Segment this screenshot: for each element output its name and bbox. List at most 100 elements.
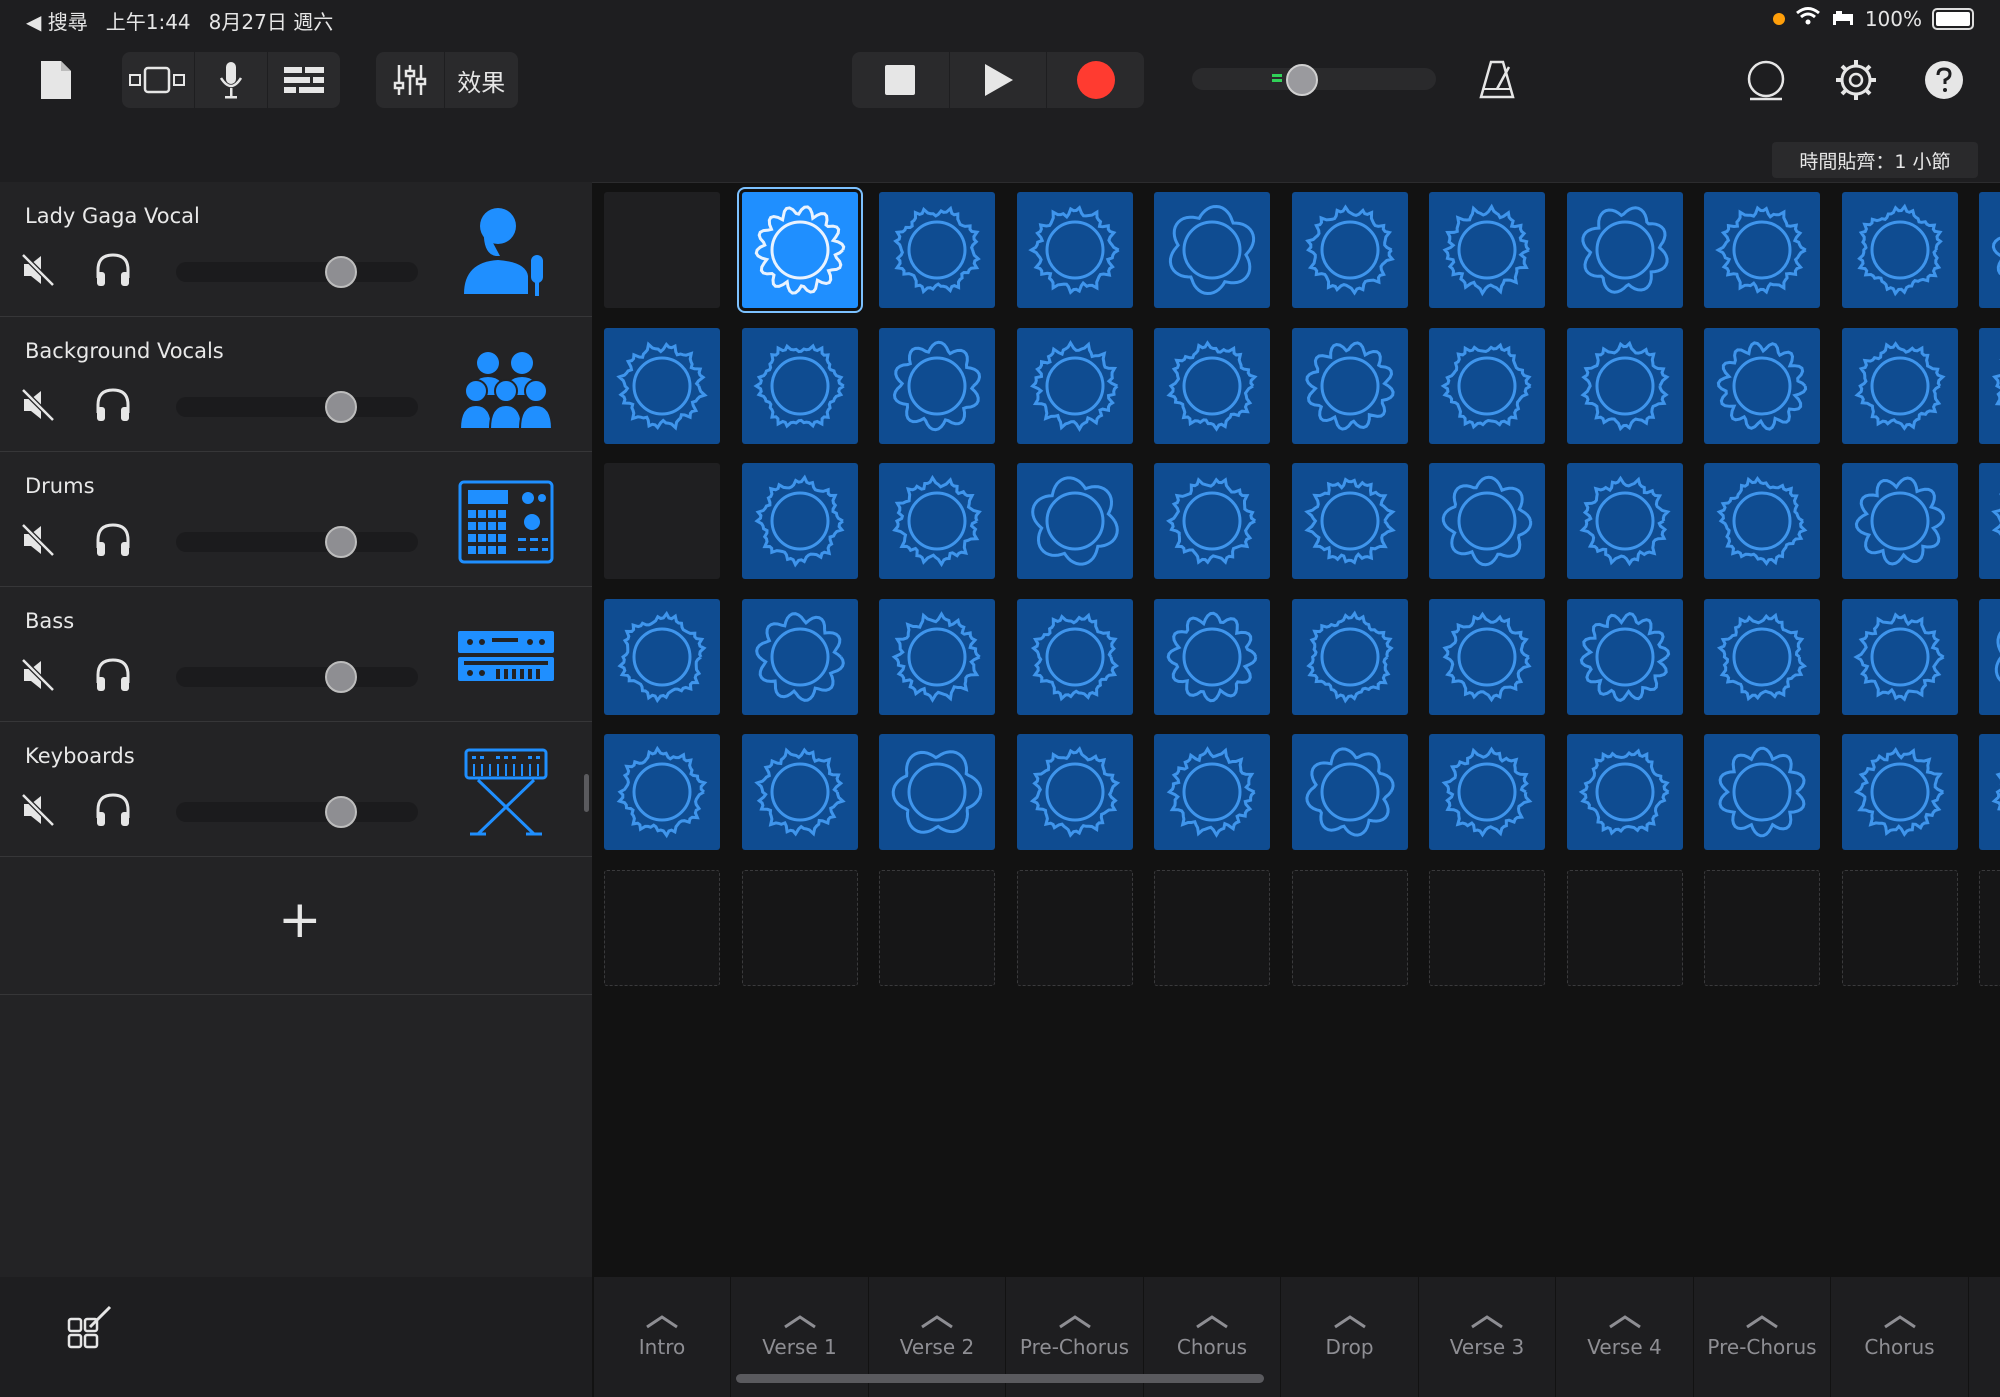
loop-cell[interactable] xyxy=(879,598,995,715)
empty-cell-slot[interactable] xyxy=(879,870,995,986)
keyboard-stand-icon[interactable] xyxy=(456,744,556,838)
empty-cell-slot[interactable] xyxy=(1429,870,1545,986)
loop-cell[interactable] xyxy=(1841,327,1958,444)
loop-cell[interactable] xyxy=(879,192,995,308)
scene-trigger[interactable]: Intro xyxy=(594,1277,731,1397)
sidebar-resize-handle[interactable] xyxy=(584,774,589,812)
empty-cell-slot[interactable] xyxy=(1979,870,2000,986)
my-songs-button[interactable] xyxy=(38,58,74,102)
loop-cell[interactable] xyxy=(1841,734,1958,851)
track-header[interactable]: Bass xyxy=(0,587,592,722)
scene-trigger[interactable]: Verse 3 xyxy=(1419,1277,1556,1397)
drum-machine-icon[interactable] xyxy=(456,474,556,568)
loop-cell[interactable] xyxy=(741,598,858,715)
loop-cell[interactable] xyxy=(1291,192,1408,308)
track-volume-slider[interactable] xyxy=(176,262,418,282)
loop-cell[interactable] xyxy=(741,463,858,580)
track-volume-slider[interactable] xyxy=(176,397,418,417)
loop-cell[interactable] xyxy=(1291,598,1408,715)
loop-cell[interactable] xyxy=(1291,463,1408,580)
loop-cell[interactable] xyxy=(1566,598,1683,715)
loop-cell[interactable] xyxy=(1154,192,1270,308)
horizontal-scrollbar[interactable] xyxy=(736,1374,1264,1383)
settings-button[interactable] xyxy=(1834,58,1878,102)
loop-cell[interactable] xyxy=(604,327,720,444)
loop-cell[interactable] xyxy=(1154,734,1270,851)
effects-button[interactable]: 效果 xyxy=(445,52,518,108)
loop-cell[interactable] xyxy=(1979,192,2000,308)
empty-cell-slot[interactable] xyxy=(604,870,720,986)
loop-cell[interactable] xyxy=(1016,327,1133,444)
track-header[interactable]: Keyboards xyxy=(0,722,592,857)
track-volume-knob[interactable] xyxy=(325,796,357,828)
empty-cell-slot[interactable] xyxy=(1016,870,1133,986)
loop-cell[interactable] xyxy=(604,734,720,851)
help-button[interactable] xyxy=(1922,58,1966,102)
loops-button[interactable] xyxy=(1744,58,1788,102)
loop-cell[interactable] xyxy=(1979,598,2000,715)
solo-button[interactable] xyxy=(93,520,133,560)
solo-button[interactable] xyxy=(93,655,133,695)
track-volume-slider[interactable] xyxy=(176,802,418,822)
loop-cell[interactable] xyxy=(1291,734,1408,851)
mute-button[interactable] xyxy=(20,792,56,828)
loop-cell[interactable] xyxy=(1429,734,1545,851)
empty-cell-slot[interactable] xyxy=(1154,870,1270,986)
singer-icon[interactable] xyxy=(456,204,556,298)
scene-trigger[interactable]: Drop xyxy=(1282,1277,1419,1397)
loop-cell[interactable] xyxy=(879,463,995,580)
loop-cell[interactable] xyxy=(1429,598,1545,715)
browser-button[interactable] xyxy=(122,52,195,108)
track-volume-slider[interactable] xyxy=(176,532,418,552)
smart-controls-button[interactable] xyxy=(195,52,268,108)
bass-amp-icon[interactable] xyxy=(456,609,556,703)
loop-cell[interactable] xyxy=(1429,192,1545,308)
add-track-row[interactable]: + xyxy=(0,860,592,995)
loop-cell[interactable] xyxy=(741,734,858,851)
tracks-view-button[interactable] xyxy=(268,52,340,108)
empty-cell-slot[interactable] xyxy=(741,870,858,986)
metronome-button[interactable] xyxy=(1476,58,1518,102)
scene-trigger[interactable]: Verse 4 xyxy=(1557,1277,1694,1397)
loop-cell[interactable] xyxy=(1016,734,1133,851)
loop-cell[interactable] xyxy=(1016,598,1133,715)
stop-button[interactable] xyxy=(852,52,950,108)
loop-cell[interactable] xyxy=(1841,463,1958,580)
loop-cell[interactable] xyxy=(879,327,995,444)
loop-cell[interactable] xyxy=(1429,463,1545,580)
loop-cell[interactable] xyxy=(1841,192,1958,308)
choir-icon[interactable] xyxy=(456,339,556,433)
loop-cell[interactable] xyxy=(1979,463,2000,580)
mute-button[interactable] xyxy=(20,522,56,558)
loop-cell[interactable] xyxy=(604,598,720,715)
master-volume-knob[interactable] xyxy=(1286,64,1318,96)
loop-cell[interactable] xyxy=(879,734,995,851)
loop-cell[interactable] xyxy=(1704,192,1820,308)
mute-button[interactable] xyxy=(20,657,56,693)
empty-cell-slot[interactable] xyxy=(1704,870,1820,986)
scene-trigger[interactable]: Chorus xyxy=(1832,1277,1969,1397)
loop-cell[interactable] xyxy=(1429,327,1545,444)
solo-button[interactable] xyxy=(93,385,133,425)
mute-button[interactable] xyxy=(20,252,56,288)
track-header[interactable]: Lady Gaga Vocal xyxy=(0,182,592,317)
solo-button[interactable] xyxy=(93,790,133,830)
mixer-button[interactable] xyxy=(376,52,445,108)
loop-cell[interactable] xyxy=(1841,598,1958,715)
loop-cell[interactable] xyxy=(1154,463,1270,580)
time-snap-button[interactable]: 時間貼齊：1 小節 xyxy=(1772,142,1978,178)
record-button[interactable] xyxy=(1047,52,1144,108)
scene-trigger[interactable]: Pre-Chorus xyxy=(1694,1277,1831,1397)
loop-cell[interactable] xyxy=(741,327,858,444)
track-volume-knob[interactable] xyxy=(325,661,357,693)
track-header[interactable]: Drums xyxy=(0,452,592,587)
empty-cell-slot[interactable] xyxy=(1841,870,1958,986)
loop-cell[interactable] xyxy=(1016,192,1133,308)
loop-cell[interactable] xyxy=(1154,327,1270,444)
track-header[interactable]: Background Vocals xyxy=(0,317,592,452)
track-volume-knob[interactable] xyxy=(325,391,357,423)
mute-button[interactable] xyxy=(20,387,56,423)
loop-cell[interactable] xyxy=(1566,463,1683,580)
track-volume-knob[interactable] xyxy=(325,256,357,288)
loop-cell[interactable] xyxy=(1566,734,1683,851)
